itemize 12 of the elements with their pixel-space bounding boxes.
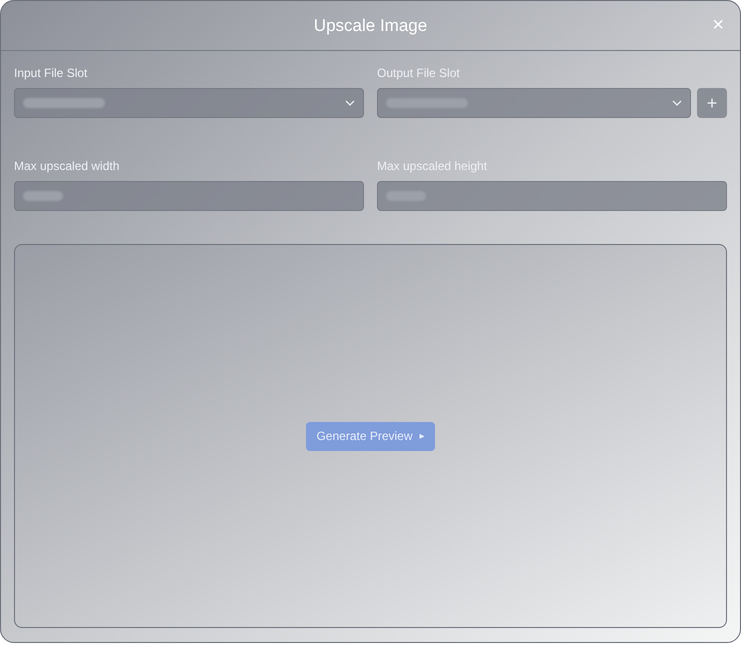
input-field[interactable] <box>377 181 727 211</box>
dropdown[interactable] <box>377 88 691 118</box>
field-label: Output File Slot <box>377 65 461 81</box>
chevron-down-icon <box>672 100 682 106</box>
window-title: Upscale Image <box>314 14 428 37</box>
add-button[interactable]: + <box>697 88 727 118</box>
chevron-down-icon <box>345 100 355 106</box>
field-label: Max upscaled width <box>14 158 120 174</box>
field-label: Input File Slot <box>14 65 88 81</box>
input-field[interactable] <box>14 181 364 211</box>
dropdown[interactable] <box>14 88 364 118</box>
close-button[interactable]: × <box>712 15 724 35</box>
